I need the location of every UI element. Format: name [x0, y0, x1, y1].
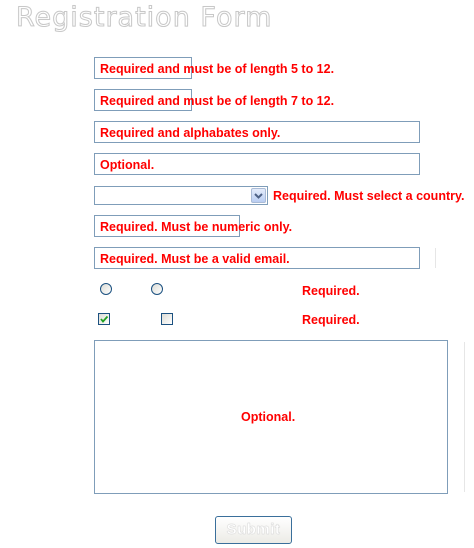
password-input[interactable]	[94, 89, 192, 111]
sex-radio-option-2[interactable]	[151, 283, 163, 295]
chevron-down-icon[interactable]	[251, 188, 266, 203]
about-textarea[interactable]	[94, 340, 448, 494]
submit-button[interactable]: Submit	[215, 516, 292, 544]
sex-error-message: Required.	[302, 284, 360, 298]
userid-input[interactable]	[94, 57, 192, 79]
divider	[464, 342, 465, 492]
email-input[interactable]	[94, 247, 420, 269]
sex-radio-option-1[interactable]	[100, 283, 112, 295]
language-checkbox-option-2[interactable]	[161, 313, 173, 325]
checkmark-icon	[100, 315, 109, 323]
address-input[interactable]	[94, 153, 420, 175]
divider	[435, 248, 436, 268]
name-input[interactable]	[94, 121, 420, 143]
country-error-message: Required. Must select a country.	[273, 189, 465, 203]
language-checkbox-option-1[interactable]	[98, 313, 110, 325]
language-error-message: Required.	[302, 313, 360, 327]
zip-input[interactable]	[94, 215, 240, 237]
country-select[interactable]	[94, 186, 268, 205]
page-title: Registration Form	[15, 2, 273, 34]
